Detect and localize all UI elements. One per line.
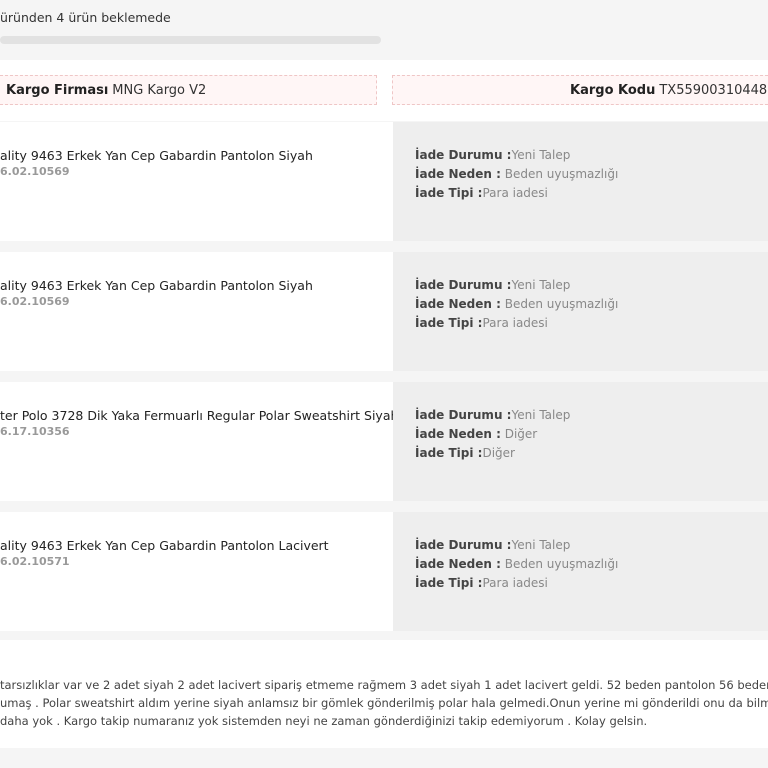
return-status: İade Durumu :Yeni Talep [415, 538, 570, 552]
return-type: İade Tipi :Diğer [415, 446, 515, 460]
return-status: İade Durumu :Yeni Talep [415, 278, 570, 292]
return-status-value: Yeni Talep [511, 538, 571, 552]
cargo-code-box: Kargo Kodu TX559003104487 [392, 75, 768, 105]
return-status-value: Yeni Talep [511, 148, 571, 162]
return-reason-value: Beden uyuşmazlığı [500, 297, 619, 311]
product-name: ality 9463 Erkek Yan Cep Gabardin Pantol… [0, 148, 313, 163]
return-reason: İade Neden : Diğer [415, 427, 537, 441]
return-type-value: Para iadesi [482, 576, 548, 590]
cargo-company-box: Kargo Firması MNG Kargo V2 [0, 75, 377, 105]
return-reason-label: İade Neden : [415, 167, 501, 181]
product-info-panel: ality 9463 Erkek Yan Cep Gabardin Pantol… [0, 252, 393, 371]
return-type: İade Tipi :Para iadesi [415, 576, 548, 590]
return-reason-label: İade Neden : [415, 297, 501, 311]
product-name: ality 9463 Erkek Yan Cep Gabardin Pantol… [0, 538, 329, 553]
return-status: İade Durumu :Yeni Talep [415, 148, 570, 162]
return-type: İade Tipi :Para iadesi [415, 186, 548, 200]
return-status-label: İade Durumu : [415, 408, 512, 422]
customer-note-text: tarsızlıklar var ve 2 adet siyah 2 adet … [0, 676, 768, 730]
product-info-panel: ality 9463 Erkek Yan Cep Gabardin Pantol… [0, 122, 393, 241]
return-reason-label: İade Neden : [415, 557, 501, 571]
return-type-value: Para iadesi [482, 316, 548, 330]
return-reason: İade Neden : Beden uyuşmazlığı [415, 297, 618, 311]
product-code: 6.02.10571 [0, 555, 70, 568]
return-status-label: İade Durumu : [415, 278, 512, 292]
return-info-panel: İade Durumu :Yeni Talep İade Neden : Bed… [393, 252, 768, 371]
return-info-panel: İade Durumu :Yeni Talep İade Neden : Bed… [393, 122, 768, 241]
cargo-info-row: Kargo Firması MNG Kargo V2 Kargo Kodu TX… [0, 60, 768, 121]
return-reason: İade Neden : Beden uyuşmazlığı [415, 167, 618, 181]
return-status: İade Durumu :Yeni Talep [415, 408, 570, 422]
return-type-value: Diğer [482, 446, 515, 460]
return-reason: İade Neden : Beden uyuşmazlığı [415, 557, 618, 571]
product-code: 6.02.10569 [0, 295, 70, 308]
return-type-label: İade Tipi : [415, 316, 483, 330]
return-item-row: ter Polo 3728 Dik Yaka Fermuarlı Regular… [0, 382, 768, 501]
progress-bar [0, 36, 381, 44]
return-info-panel: İade Durumu :Yeni Talep İade Neden : Bed… [393, 512, 768, 631]
return-reason-value: Beden uyuşmazlığı [500, 167, 619, 181]
return-status-value: Yeni Talep [511, 408, 571, 422]
product-code: 6.02.10569 [0, 165, 70, 178]
return-info-panel: İade Durumu :Yeni Talep İade Neden : Diğ… [393, 382, 768, 501]
product-name: ter Polo 3728 Dik Yaka Fermuarlı Regular… [0, 408, 399, 423]
customer-note-box: tarsızlıklar var ve 2 adet siyah 2 adet … [0, 640, 768, 748]
cargo-code-value: TX559003104487 [659, 82, 768, 98]
return-item-row: ality 9463 Erkek Yan Cep Gabardin Pantol… [0, 512, 768, 631]
return-item-row: ality 9463 Erkek Yan Cep Gabardin Pantol… [0, 122, 768, 241]
return-reason-value: Diğer [500, 427, 538, 441]
cargo-company-label: Kargo Firması [6, 82, 109, 98]
return-reason-value: Beden uyuşmazlığı [500, 557, 619, 571]
note-line: umaş . Polar sweatshirt aldım yerine siy… [0, 696, 768, 710]
return-type-label: İade Tipi : [415, 576, 483, 590]
return-type: İade Tipi :Para iadesi [415, 316, 548, 330]
product-code: 6.17.10356 [0, 425, 70, 438]
cargo-company-value: MNG Kargo V2 [112, 82, 207, 98]
return-status-label: İade Durumu : [415, 148, 512, 162]
product-name: ality 9463 Erkek Yan Cep Gabardin Pantol… [0, 278, 313, 293]
return-type-label: İade Tipi : [415, 446, 483, 460]
return-item-row: ality 9463 Erkek Yan Cep Gabardin Pantol… [0, 252, 768, 371]
return-status-label: İade Durumu : [415, 538, 512, 552]
return-type-value: Para iadesi [482, 186, 548, 200]
return-type-label: İade Tipi : [415, 186, 483, 200]
note-line: tarsızlıklar var ve 2 adet siyah 2 adet … [0, 678, 768, 692]
note-line: daha yok . Kargo takip numaranız yok sis… [0, 714, 648, 728]
product-info-panel: ter Polo 3728 Dik Yaka Fermuarlı Regular… [0, 382, 398, 501]
pending-status-text: üründen 4 ürün beklemede [0, 10, 171, 25]
cargo-code-label: Kargo Kodu [570, 82, 656, 98]
product-info-panel: ality 9463 Erkek Yan Cep Gabardin Pantol… [0, 512, 393, 631]
return-status-value: Yeni Talep [511, 278, 571, 292]
return-reason-label: İade Neden : [415, 427, 501, 441]
